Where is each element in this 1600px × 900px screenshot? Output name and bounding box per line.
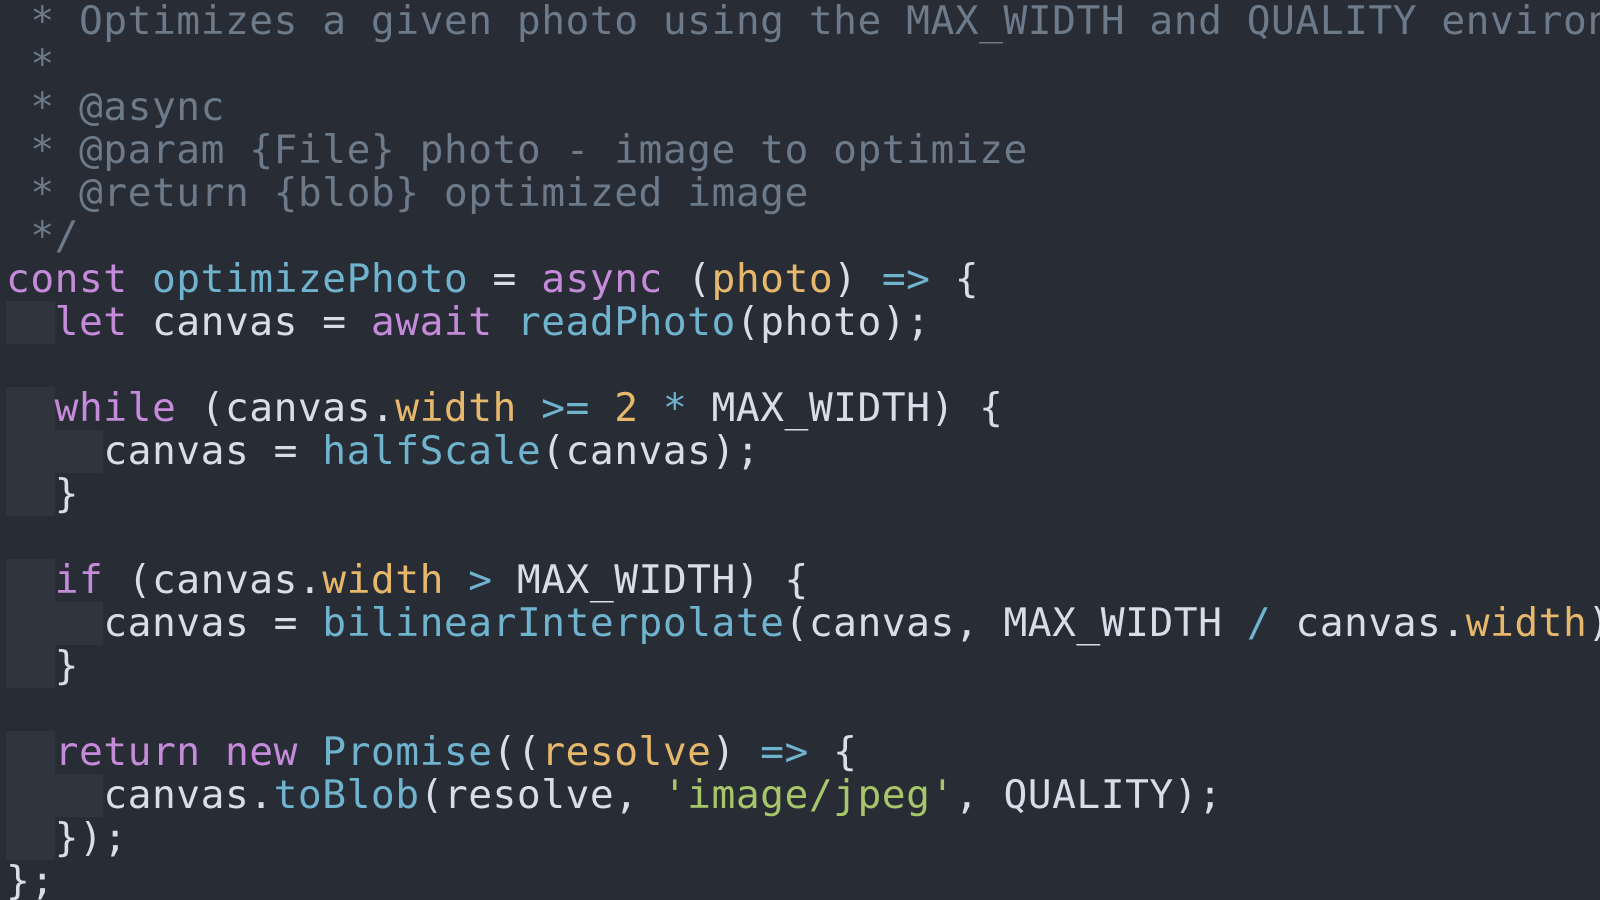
arg-canvas: canvas [566,428,712,474]
paren-semi: ); [712,428,761,474]
op-assign: = [249,428,322,474]
space [493,299,517,345]
kw-return: return [55,729,201,775]
fn-name: optimizePhoto [152,256,468,302]
indent [6,430,103,473]
brace: { [809,729,858,775]
kw-async: async [541,256,663,302]
op-mul: * [639,385,712,431]
kw-if: if [55,557,104,603]
arrow: => [882,256,931,302]
prop-width: width [1466,600,1588,646]
kw-let: let [55,299,128,345]
close-fn: }; [6,858,55,900]
const-quality: QUALITY [1003,772,1173,818]
kw-const: const [6,256,128,302]
paren-semi: ); [882,299,931,345]
arrow: => [760,729,809,775]
const-maxwidth: MAX_WIDTH [1003,600,1222,646]
kw-new: new [225,729,298,775]
paren: ( [420,772,444,818]
comment-line: * Optimizes a given photo using the MAX_… [6,0,1600,44]
var-canvas: canvas [103,428,249,474]
brace: { [930,256,979,302]
comment-line: * @return {blob} optimized image [6,170,809,216]
space [201,729,225,775]
arg-resolve: resolve [444,772,614,818]
op-assign: = [298,299,371,345]
comma: , [955,600,1004,646]
paren: ( [785,600,809,646]
kw-await: await [371,299,493,345]
paren: ) [712,729,761,775]
kw-while: while [55,385,177,431]
var-canvas: canvas [152,557,298,603]
paren-semi: ); [1587,600,1600,646]
fn-bilinearInterpolate: bilinearInterpolate [322,600,784,646]
paren-brace: ) { [930,385,1003,431]
indent [6,774,103,817]
op-assign: = [249,600,322,646]
var-canvas: canvas [152,299,298,345]
dot: . [371,385,395,431]
dot: . [298,557,322,603]
space [128,299,152,345]
indent [6,602,103,645]
comment-line: */ [6,213,79,259]
comment-line: * @async [6,84,225,130]
dot: . [1441,600,1465,646]
fn-toBlob: toBlob [274,772,420,818]
cls-Promise: Promise [322,729,492,775]
fn-readPhoto: readPhoto [517,299,736,345]
paren: ) [833,256,882,302]
fn-halfScale: halfScale [322,428,541,474]
prop-width: width [322,557,444,603]
dot: . [249,772,273,818]
arg-photo: photo [760,299,882,345]
var-canvas: canvas [1295,600,1441,646]
paren: ( [103,557,152,603]
op-assign: = [468,256,541,302]
comment-line: * @param {File} photo - image to optimiz… [6,127,1028,173]
param: photo [712,256,834,302]
str-mime: 'image/jpeg' [663,772,955,818]
var-canvas: canvas [225,385,371,431]
paren: ( [541,428,565,474]
const-maxwidth: MAX_WIDTH [517,557,736,603]
indent [6,301,55,344]
paren: ( [736,299,760,345]
prop-width: width [395,385,517,431]
var-canvas: canvas [103,772,249,818]
op-gt: > [444,557,517,603]
arg-canvas: canvas [809,600,955,646]
brace-close: } [55,643,79,689]
param-resolve: resolve [541,729,711,775]
space [298,729,322,775]
const-maxwidth: MAX_WIDTH [712,385,931,431]
paren: (( [493,729,542,775]
comma: , [614,772,663,818]
paren: ( [663,256,712,302]
indent [6,817,55,860]
indent [6,731,55,774]
op-div: / [1222,600,1295,646]
num-2: 2 [614,385,638,431]
indent [6,559,55,602]
comment-line: * [6,41,55,87]
code-editor[interactable]: * Optimizes a given photo using the MAX_… [0,0,1600,900]
var-canvas: canvas [103,600,249,646]
paren-brace: ) { [736,557,809,603]
comma: , [955,772,1004,818]
paren: ( [176,385,225,431]
paren-semi: ); [1174,772,1223,818]
op-gte: >= [517,385,614,431]
brace-close: } [55,471,79,517]
space [128,256,152,302]
indent [6,645,55,688]
close-promise: }); [55,815,128,861]
indent [6,473,55,516]
indent [6,387,55,430]
